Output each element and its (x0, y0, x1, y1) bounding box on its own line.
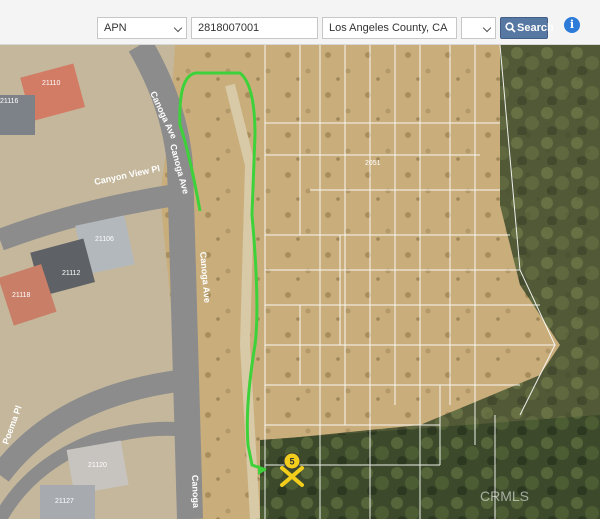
county-input[interactable]: Los Angeles County, CA (322, 17, 457, 39)
street-label: Canoga (190, 475, 201, 509)
info-icon[interactable]: i (564, 17, 580, 33)
marker-label: 5 (289, 457, 294, 467)
lot-number: 21110 (42, 80, 61, 87)
lot-number: 21120 (88, 462, 107, 469)
satellite-map[interactable]: 5 Canoga Ave Canoga Ave Canyon View Pl C… (0, 45, 600, 519)
search-type-select[interactable]: APN (97, 17, 187, 39)
toolbar: APN 2818007001 Los Angeles County, CA Se… (0, 0, 600, 45)
county-value: Los Angeles County, CA (329, 22, 448, 34)
lot-number: 21106 (95, 236, 114, 243)
search-icon (505, 22, 516, 33)
lot-number: 21116 (0, 98, 19, 105)
chevron-down-icon (482, 23, 492, 33)
lot-number: 21118 (12, 292, 31, 299)
watermark: CRMLS (480, 488, 530, 504)
lot-number: 21112 (62, 270, 81, 277)
apn-input[interactable]: 2818007001 (191, 17, 318, 39)
search-type-value: APN (104, 22, 127, 34)
search-button[interactable]: Search (500, 17, 554, 39)
chevron-down-icon (173, 23, 183, 33)
apn-value: 2818007001 (198, 22, 260, 34)
info-label: i (569, 18, 575, 31)
lot-number: 21127 (55, 498, 74, 505)
extra-select[interactable] (461, 17, 496, 39)
search-label: Search (517, 22, 554, 34)
lot-number: 2051 (365, 160, 381, 167)
